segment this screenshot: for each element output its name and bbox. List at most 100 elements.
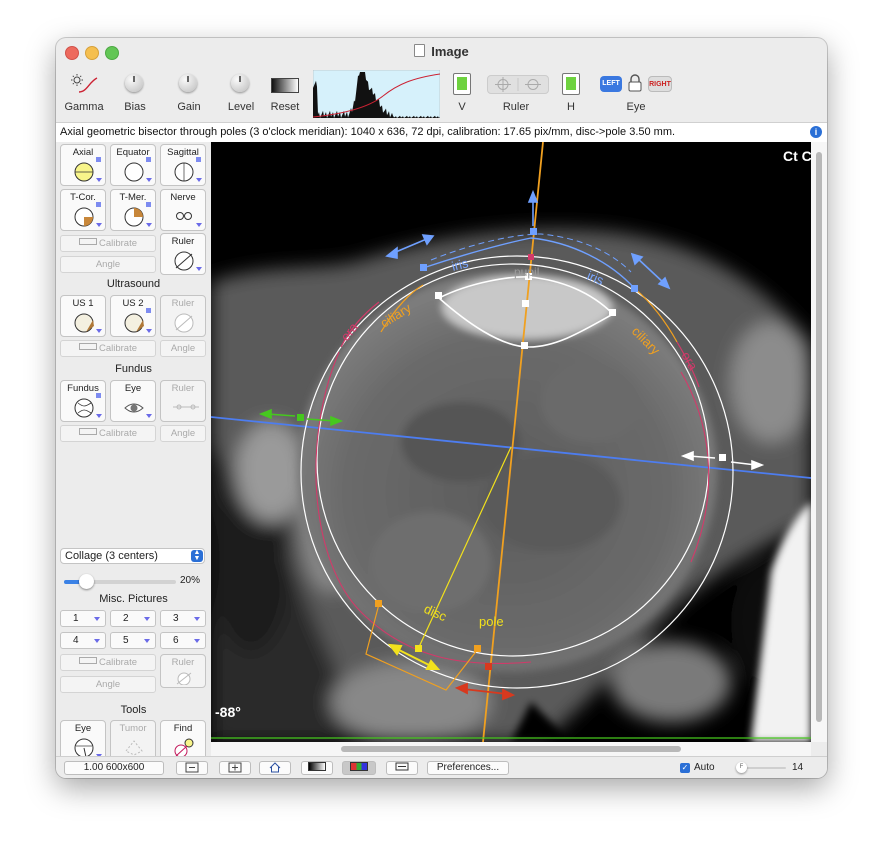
us-ruler-icon bbox=[174, 313, 194, 333]
gamma-tool[interactable]: Gamma bbox=[56, 66, 112, 122]
collage-percent: 20% bbox=[180, 575, 201, 586]
ruler-segmented-control[interactable] bbox=[487, 75, 549, 94]
angle-label: Angle bbox=[95, 259, 121, 270]
gain-tool[interactable]: Gain bbox=[161, 66, 217, 122]
collage-slider[interactable] bbox=[64, 574, 176, 589]
us2-icon bbox=[124, 313, 144, 333]
misc-ruler-label: Ruler bbox=[171, 657, 195, 668]
calibrate-button[interactable]: Calibrate bbox=[60, 235, 156, 252]
misc-calibrate-button[interactable]: Calibrate bbox=[60, 654, 156, 671]
nerve-button[interactable]: Nerve bbox=[160, 189, 206, 231]
label-pole: pole bbox=[479, 614, 504, 629]
image-canvas[interactable]: iris pupil iris ciliary ciliary ora ora … bbox=[211, 142, 811, 742]
us-ruler-button[interactable]: Ruler bbox=[160, 295, 206, 337]
gain-knob-icon[interactable] bbox=[179, 74, 197, 92]
lock-icon[interactable] bbox=[627, 74, 643, 92]
collage-slider-thumb[interactable] bbox=[79, 574, 95, 589]
ultrasound-image[interactable]: iris pupil iris ciliary ciliary ora ora … bbox=[211, 142, 811, 742]
picture-5-button[interactable]: 5 bbox=[110, 632, 156, 649]
reset-label: Reset bbox=[270, 101, 300, 113]
misc-angle-button[interactable]: Angle bbox=[60, 676, 156, 693]
h-label: H bbox=[567, 101, 575, 113]
select-arrows-icon: ▲ ▼ bbox=[191, 549, 203, 562]
fundus-ruler-button[interactable]: Ruler bbox=[160, 380, 206, 422]
picture-1-button[interactable]: 1 bbox=[60, 610, 106, 627]
picture-2-button[interactable]: 2 bbox=[110, 610, 156, 627]
bias-knob-icon[interactable] bbox=[125, 74, 143, 92]
axial-indicator bbox=[96, 157, 101, 162]
fundus-menu-arrow bbox=[96, 414, 102, 418]
h-toggle-icon[interactable] bbox=[562, 73, 580, 95]
corner-label: Ct C bbox=[783, 148, 811, 164]
collage-select[interactable]: Collage (3 centers) ▲ ▼ bbox=[60, 548, 205, 564]
v-toggle-icon[interactable] bbox=[453, 73, 471, 95]
ruler-button[interactable]: Ruler bbox=[160, 233, 206, 275]
bias-tool[interactable]: Bias bbox=[107, 66, 163, 122]
picture-4-button[interactable]: 4 bbox=[60, 632, 106, 649]
reset-tool[interactable]: Reset bbox=[257, 66, 313, 122]
fundus-icon bbox=[74, 398, 94, 418]
axial-menu-arrow bbox=[96, 178, 102, 182]
ruler-icon bbox=[78, 238, 97, 245]
eye-left-button[interactable]: LEFT bbox=[600, 76, 622, 92]
v-tool[interactable]: V bbox=[434, 66, 490, 122]
eye-right-button[interactable]: RIGHT bbox=[648, 76, 672, 92]
fundus-angle-button[interactable]: Angle bbox=[160, 425, 206, 442]
h-tool[interactable]: H bbox=[543, 66, 599, 122]
us2-button[interactable]: US 2 bbox=[110, 295, 156, 337]
gamma-icon bbox=[71, 74, 98, 93]
color-icon bbox=[350, 762, 368, 771]
horizontal-scroll-thumb[interactable] bbox=[341, 746, 681, 752]
preferences-button[interactable]: Preferences... bbox=[427, 761, 509, 775]
sidebar: Axial Equator Sagittal T-Cor. T-Mer. Ner… bbox=[56, 142, 211, 762]
picture-3-button[interactable]: 3 bbox=[160, 610, 206, 627]
home-button[interactable] bbox=[259, 761, 291, 775]
picture-6-button[interactable]: 6 bbox=[160, 632, 206, 649]
us1-icon bbox=[74, 313, 94, 333]
histogram[interactable] bbox=[313, 70, 440, 118]
info-text: Axial geometric bisector through poles (… bbox=[60, 126, 676, 138]
us2-menu-arrow bbox=[146, 329, 152, 333]
auto-checkbox[interactable]: ✓ bbox=[680, 763, 690, 773]
sagittal-button[interactable]: Sagittal bbox=[160, 144, 206, 186]
ruler-crosshair-icon bbox=[495, 77, 541, 92]
axial-button[interactable]: Axial bbox=[60, 144, 106, 186]
t-cor-button[interactable]: T-Cor. bbox=[60, 189, 106, 231]
bias-label: Bias bbox=[124, 101, 146, 113]
equator-button[interactable]: Equator bbox=[110, 144, 156, 186]
level-knob-icon[interactable] bbox=[231, 74, 249, 92]
eye-tool[interactable]: LEFT RIGHT Eye bbox=[596, 66, 676, 122]
angle-button[interactable]: Angle bbox=[60, 256, 156, 273]
fundus-calibrate-button[interactable]: Calibrate bbox=[60, 425, 156, 442]
info-bar: Axial geometric bisector through poles (… bbox=[56, 122, 827, 143]
t-mer-button[interactable]: T-Mer. bbox=[110, 189, 156, 231]
misc-ruler-button[interactable]: Ruler bbox=[160, 654, 206, 688]
ruler-tool[interactable]: Ruler bbox=[484, 66, 549, 122]
zoom-out-icon bbox=[185, 762, 199, 773]
info-icon[interactable]: i bbox=[810, 126, 822, 138]
fundus-eye-menu-arrow bbox=[146, 414, 152, 418]
vertical-scrollbar[interactable] bbox=[811, 142, 827, 742]
us-angle-button[interactable]: Angle bbox=[160, 340, 206, 357]
f-slider-thumb[interactable]: F bbox=[736, 762, 747, 773]
fit-button[interactable] bbox=[386, 761, 418, 775]
zoom-in-button[interactable] bbox=[219, 761, 251, 775]
us1-button[interactable]: US 1 bbox=[60, 295, 106, 337]
fundus-ruler-icon bbox=[173, 404, 199, 410]
horizontal-scrollbar[interactable] bbox=[211, 742, 811, 756]
home-icon bbox=[269, 762, 281, 773]
vertical-scroll-thumb[interactable] bbox=[816, 152, 822, 722]
nerve-icon bbox=[176, 212, 192, 220]
reset-gradient-icon bbox=[271, 78, 299, 93]
fundus-heading: Fundus bbox=[115, 363, 152, 375]
fundus-angle-label: Angle bbox=[170, 428, 196, 439]
us-calibrate-button[interactable]: Calibrate bbox=[60, 340, 156, 357]
grayscale-button[interactable] bbox=[301, 761, 333, 775]
window-title: Image bbox=[56, 44, 827, 59]
f-slider[interactable]: F bbox=[736, 762, 786, 773]
color-button[interactable] bbox=[342, 761, 376, 775]
calibrate-label: Calibrate bbox=[98, 238, 138, 249]
zoom-out-button[interactable] bbox=[176, 761, 208, 775]
fundus-eye-button[interactable]: Eye bbox=[110, 380, 156, 422]
fundus-button[interactable]: Fundus bbox=[60, 380, 106, 422]
